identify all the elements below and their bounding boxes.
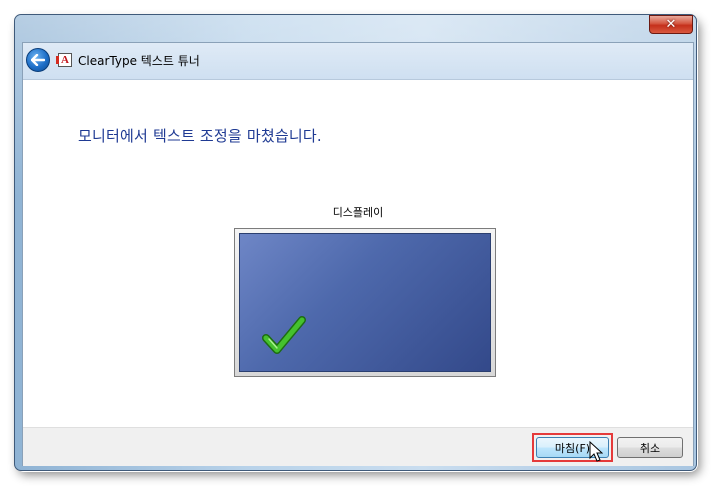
cancel-button-label: 취소 [639, 441, 661, 455]
checkmark-icon [262, 316, 306, 354]
page-heading: 모니터에서 텍스트 조정을 마쳤습니다. [78, 127, 322, 145]
close-button[interactable]: ✕ [649, 15, 693, 34]
cancel-button[interactable]: 취소 [617, 437, 683, 458]
back-arrow-icon [31, 54, 45, 66]
close-icon: ✕ [665, 17, 677, 32]
back-button[interactable] [26, 48, 50, 72]
cleartype-app-icon: A [56, 53, 72, 67]
display-label: 디스플레이 [332, 206, 384, 219]
wizard-client-area: A ClearType 텍스트 튜너 모니터에서 텍스트 조정을 마쳤습니다. … [22, 42, 694, 466]
wizard-footer: 마침(F) 취소 [23, 427, 693, 466]
display-screen [239, 233, 491, 372]
navigation-bar: A ClearType 텍스트 튜너 [23, 43, 693, 80]
mouse-cursor-icon [589, 441, 603, 462]
window-title: ClearType 텍스트 튜너 [78, 54, 200, 68]
app-icon-letter: A [61, 54, 69, 66]
display-monitor-image [234, 228, 496, 377]
finish-button-label: 마침(F) [554, 441, 591, 455]
